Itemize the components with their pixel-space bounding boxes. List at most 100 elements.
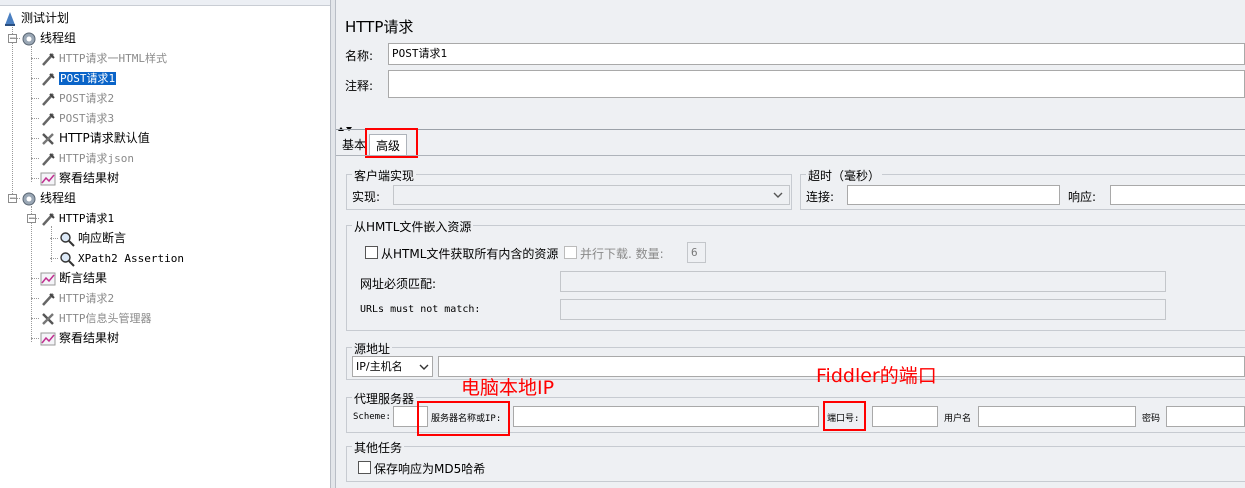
impl-select[interactable]: [393, 185, 790, 205]
divider-line: [336, 129, 1245, 130]
tree-connector: [12, 198, 20, 199]
chart-icon: [40, 271, 56, 287]
proxy-server-title: 代理服务器: [352, 390, 417, 407]
tree-connector: [31, 78, 39, 79]
tree-item[interactable]: 响应断言: [59, 228, 126, 248]
impl-label: 实现:: [352, 190, 381, 204]
tree-item-label: 察看结果树: [59, 331, 120, 345]
must-not-match-input[interactable]: [560, 299, 1166, 320]
tree-item-label: 测试计划: [21, 11, 70, 25]
chart-icon: [40, 331, 56, 347]
response-label: 响应:: [1068, 190, 1097, 204]
comment-label: 注释:: [345, 79, 374, 93]
pipette-icon: [40, 91, 56, 107]
server-ip-highlight-box: [417, 401, 510, 436]
tree-item-label: POST请求3: [59, 112, 115, 125]
tree-connector: [31, 218, 39, 219]
magnifier-icon: [59, 231, 75, 247]
tree-item-label: HTTP请求json: [59, 152, 134, 165]
tree-item[interactable]: POST请求3: [40, 108, 114, 128]
scheme-label: Scheme:: [353, 412, 391, 422]
tree-item-label: XPath2 Assertion: [78, 252, 184, 265]
must-not-match-label: URLs must not match:: [360, 304, 481, 315]
tree-item[interactable]: HTTP请求默认值: [40, 128, 150, 148]
tree-connector: [50, 238, 58, 239]
parallel-label: 并行下载. 数量:: [580, 247, 664, 261]
tree-item-label: HTTP信息头管理器: [59, 312, 152, 325]
pipette-icon: [40, 51, 56, 67]
client-impl-title: 客户端实现: [352, 167, 417, 184]
port-annotation: Fiddler的端口: [816, 365, 937, 387]
tree-connector: [31, 46, 32, 182]
tree-item[interactable]: POST请求2: [40, 88, 114, 108]
gear-icon: [21, 191, 37, 207]
tree-item[interactable]: 线程组: [21, 188, 76, 208]
username-label: 用户名: [944, 414, 972, 424]
tree-item-label: 断言结果: [59, 271, 108, 285]
wrench-icon: [40, 131, 56, 147]
tree-item[interactable]: HTTP请求一HTML样式: [40, 48, 167, 68]
comment-input[interactable]: [388, 70, 1245, 98]
parallel-checkbox[interactable]: [564, 246, 577, 259]
tree-item[interactable]: HTTP请求json: [40, 148, 134, 168]
tree-connector: [31, 338, 39, 339]
tree-connector: [12, 38, 20, 39]
md5-checkbox[interactable]: [358, 461, 371, 474]
connect-label: 连接:: [806, 190, 835, 204]
password-label: 密码: [1142, 414, 1161, 424]
tree-item[interactable]: HTTP请求1: [40, 208, 114, 228]
ip-annotation: 电脑本地IP: [461, 377, 555, 399]
tree-item[interactable]: HTTP请求2: [40, 288, 114, 308]
fetch-all-label: 从HTML文件获取所有内含的资源: [381, 247, 559, 261]
server-ip-input[interactable]: [513, 406, 819, 427]
tree-connector: [31, 118, 39, 119]
tree-item[interactable]: 察看结果树: [40, 168, 119, 188]
tree-item[interactable]: 测试计划: [2, 8, 69, 28]
tab-underline: [336, 155, 1245, 156]
tree-item[interactable]: 察看结果树: [40, 328, 119, 348]
name-label: 名称:: [345, 49, 374, 63]
pipette-icon: [40, 151, 56, 167]
tree-item-label: HTTP请求默认值: [59, 131, 150, 145]
test-plan-tree[interactable]: − − − 测试计划 线程组 HTTP请求一HTML样式 POST请求1 POST请求2…: [0, 6, 330, 488]
tree-item[interactable]: 线程组: [21, 28, 76, 48]
embedded-resources-title: 从HMTL文件嵌入资源: [352, 218, 474, 235]
port-input[interactable]: [872, 406, 938, 427]
response-timeout-input[interactable]: [1110, 185, 1245, 205]
tree-connector: [31, 206, 32, 342]
fetch-all-checkbox[interactable]: [365, 246, 378, 259]
chevron-down-icon[interactable]: [418, 361, 430, 373]
tree-item-label: HTTP请求2: [59, 292, 115, 305]
wrench-icon: [40, 311, 56, 327]
tree-item[interactable]: 断言结果: [40, 268, 107, 288]
tree-item[interactable]: POST请求1: [40, 68, 118, 88]
magnifier-icon: [59, 251, 75, 267]
highlight-box: [365, 128, 418, 158]
tree-connector: [31, 178, 39, 179]
tree-item-label: 响应断言: [78, 231, 127, 245]
password-input[interactable]: [1166, 406, 1245, 427]
must-match-input[interactable]: [560, 271, 1166, 292]
pipette-icon: [40, 71, 56, 87]
test-plan-icon: [2, 11, 18, 27]
tree-item-label: 线程组: [40, 31, 77, 45]
http-request-panel: HTTP请求 名称: POST请求1 注释: 基本 高级 客户端实现 实现: 超…: [336, 0, 1245, 488]
tree-item[interactable]: XPath2 Assertion: [59, 248, 184, 268]
port-highlight-box: [823, 401, 866, 431]
chart-icon: [40, 171, 56, 187]
md5-label: 保存响应为MD5哈希: [374, 462, 486, 476]
other-tasks-title: 其他任务: [352, 439, 405, 456]
username-input[interactable]: [978, 406, 1136, 427]
name-input[interactable]: POST请求1: [388, 43, 1245, 65]
chevron-down-icon[interactable]: [772, 189, 784, 201]
tree-connector: [31, 158, 39, 159]
source-address-title: 源地址: [352, 340, 393, 357]
parallel-count-input[interactable]: 6: [687, 242, 706, 263]
tree-item[interactable]: HTTP信息头管理器: [40, 308, 152, 328]
tree-item-label: 察看结果树: [59, 171, 120, 185]
pipette-icon: [40, 111, 56, 127]
tree-connector: [31, 298, 39, 299]
connect-timeout-input[interactable]: [847, 185, 1060, 205]
tree-connector: [50, 258, 58, 259]
pipette-icon: [40, 211, 56, 227]
